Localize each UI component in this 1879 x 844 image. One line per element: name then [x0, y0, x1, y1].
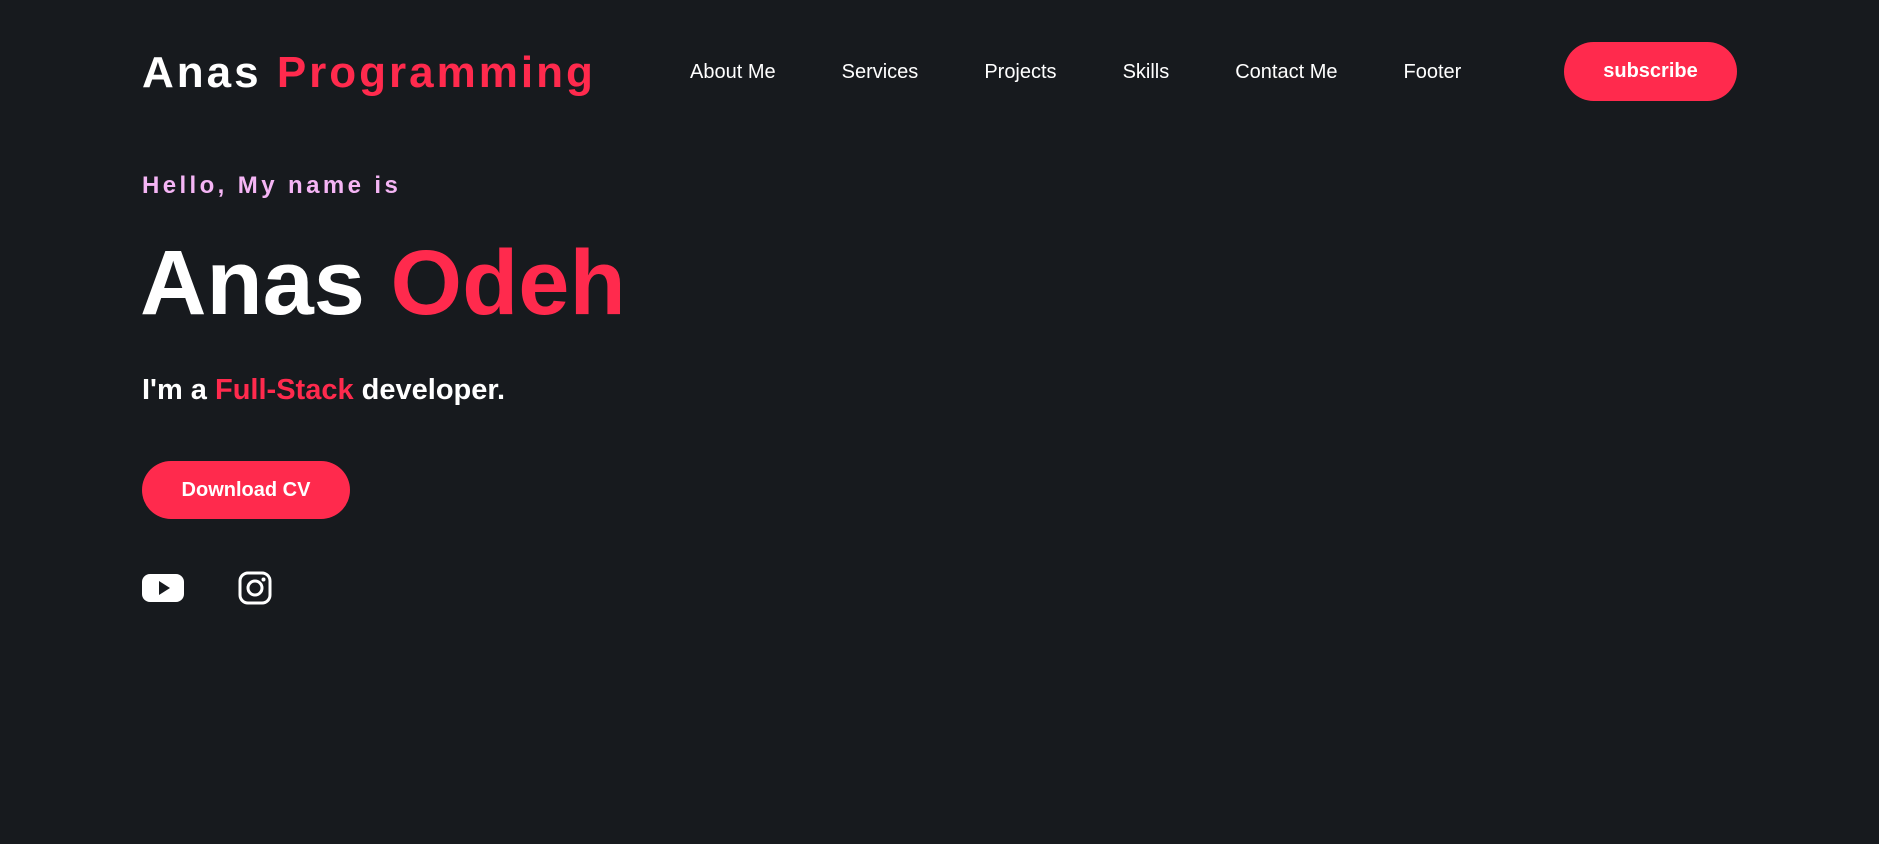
nav-item-contact-me[interactable]: Contact Me — [1235, 59, 1337, 85]
role-suffix: developer. — [361, 374, 506, 406]
site-header: Anas Programming About Me Services Proje… — [142, 42, 1737, 102]
logo-first-word: Anas — [142, 48, 262, 97]
nav-item-skills[interactable]: Skills — [1123, 59, 1170, 85]
first-name: Anas — [140, 232, 365, 334]
subscribe-button[interactable]: subscribe — [1564, 42, 1737, 101]
last-name: Odeh — [390, 232, 626, 334]
nav-item-projects[interactable]: Projects — [984, 59, 1056, 85]
role-prefix: I'm a — [142, 374, 207, 406]
page: Anas Programming About Me Services Proje… — [0, 0, 1879, 844]
nav-item-services[interactable]: Services — [842, 59, 919, 85]
youtube-icon[interactable] — [142, 571, 184, 605]
role-highlight: Full-Stack — [215, 374, 354, 406]
social-links — [142, 571, 272, 605]
logo[interactable]: Anas Programming — [142, 48, 596, 98]
hero-name: Anas Odeh — [140, 233, 626, 333]
greeting-text: Hello, My name is — [142, 172, 402, 199]
instagram-icon[interactable] — [238, 571, 272, 605]
nav-item-about-me[interactable]: About Me — [690, 59, 776, 85]
download-cv-button[interactable]: Download CV — [142, 461, 350, 519]
nav-item-footer[interactable]: Footer — [1404, 59, 1462, 85]
role-text: I'm a Full-Stack developer. — [142, 374, 505, 407]
main-nav: About Me Services Projects Skills Contac… — [690, 59, 1461, 85]
logo-second-word: Programming — [276, 48, 596, 97]
